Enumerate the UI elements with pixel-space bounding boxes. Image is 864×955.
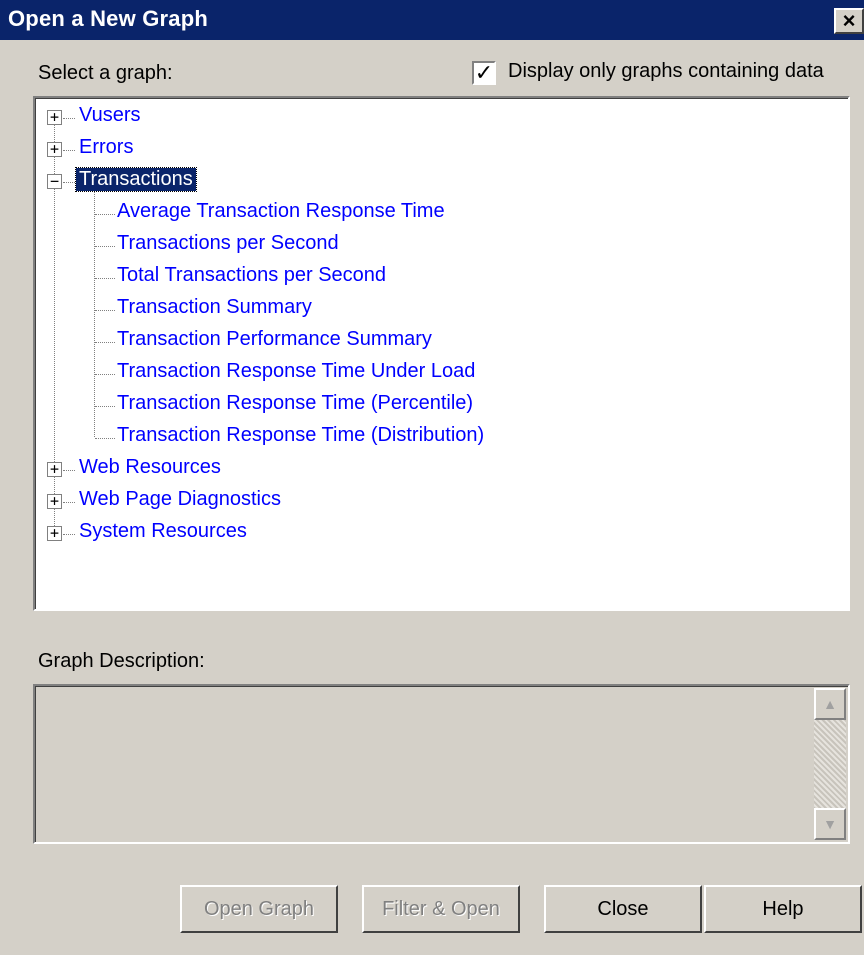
tree-node-label[interactable]: Vusers [79,104,141,127]
description-scrollbar[interactable]: ▲ ▼ [814,688,846,840]
tree-connector [95,342,115,343]
close-button[interactable]: Close [544,885,702,933]
expand-icon[interactable]: + [47,142,62,157]
tree-connector [95,374,115,375]
tree-connector [95,246,115,247]
expand-icon[interactable]: + [47,526,62,541]
help-button[interactable]: Help [704,885,862,933]
expand-icon[interactable]: + [47,494,62,509]
tree-connector [63,534,75,535]
graph-description-box: ▲ ▼ [33,684,850,844]
window-title: Open a New Graph [8,6,209,31]
tree-node-label[interactable]: Web Resources [79,456,221,479]
scroll-down-icon[interactable]: ▼ [814,808,846,840]
collapse-icon[interactable]: − [47,174,62,189]
graph-avg-transaction-response-time[interactable]: Average Transaction Response Time [117,200,445,223]
tree-connector [63,150,75,151]
graph-description-label: Graph Description: [38,650,205,672]
tree-connector [94,189,95,437]
display-only-with-data-label[interactable]: Display only graphs containing data [508,60,824,83]
graph-transaction-response-time-under-load[interactable]: Transaction Response Time Under Load [117,360,475,383]
tree-node-label[interactable]: System Resources [79,520,247,543]
tree-connector [95,310,115,311]
display-only-with-data-checkbox[interactable]: ✓ [472,61,496,85]
tree-connector [63,502,75,503]
graph-transactions-per-second[interactable]: Transactions per Second [117,232,339,255]
tree-connector [95,406,115,407]
expand-icon[interactable]: + [47,110,62,125]
tree-connector [95,214,115,215]
expand-icon[interactable]: + [47,462,62,477]
tree-connector [63,182,75,183]
scroll-up-icon[interactable]: ▲ [814,688,846,720]
graph-transaction-response-time-percentile[interactable]: Transaction Response Time (Percentile) [117,392,473,415]
tree-connector [63,470,75,471]
tree-connector [95,278,115,279]
filter-open-button[interactable]: Filter & Open [362,885,520,933]
graph-transaction-summary[interactable]: Transaction Summary [117,296,312,319]
tree-connector [95,438,115,439]
tree-node-label[interactable]: Errors [79,136,133,159]
graph-transaction-response-time-distribution[interactable]: Transaction Response Time (Distribution) [117,424,484,447]
graph-transaction-performance-summary[interactable]: Transaction Performance Summary [117,328,432,351]
close-icon[interactable]: × [834,8,864,34]
graph-total-transactions-per-second[interactable]: Total Transactions per Second [117,264,386,287]
tree-node-label-selected[interactable]: Transactions [75,167,197,192]
open-graph-button[interactable]: Open Graph [180,885,338,933]
select-graph-label: Select a graph: [38,62,173,84]
tree-connector [63,118,75,119]
title-bar: Open a New Graph × [0,0,864,40]
tree-node-label[interactable]: Web Page Diagnostics [79,488,281,511]
graph-tree[interactable]: + Vusers + Errors − Transactions Average… [33,96,850,611]
